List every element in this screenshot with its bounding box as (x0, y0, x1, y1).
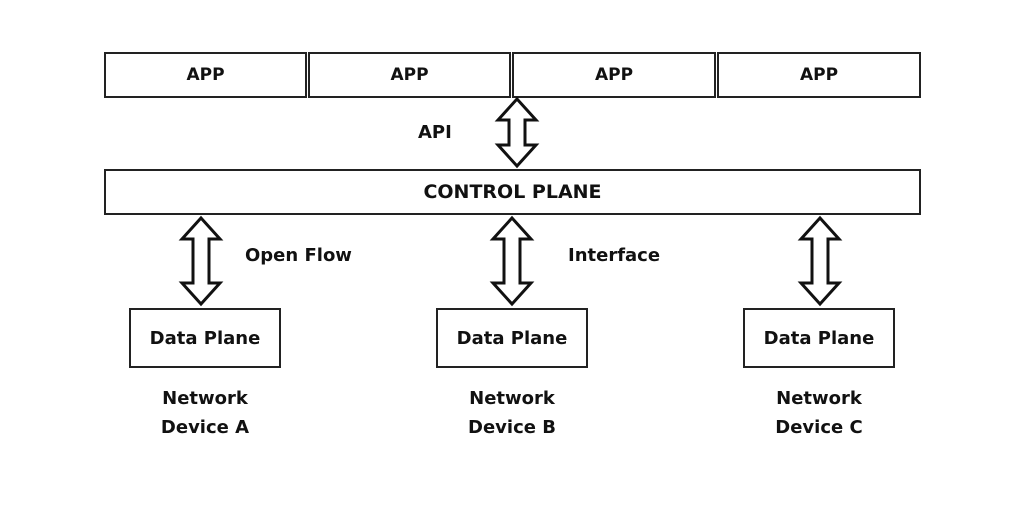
openflow-double-arrow-icon-a (178, 215, 224, 307)
arrows-layer (178, 96, 843, 307)
api-double-arrow-icon (494, 96, 540, 169)
double-arrow-icon-b (489, 215, 535, 307)
double-arrow-icon-c (797, 215, 843, 307)
